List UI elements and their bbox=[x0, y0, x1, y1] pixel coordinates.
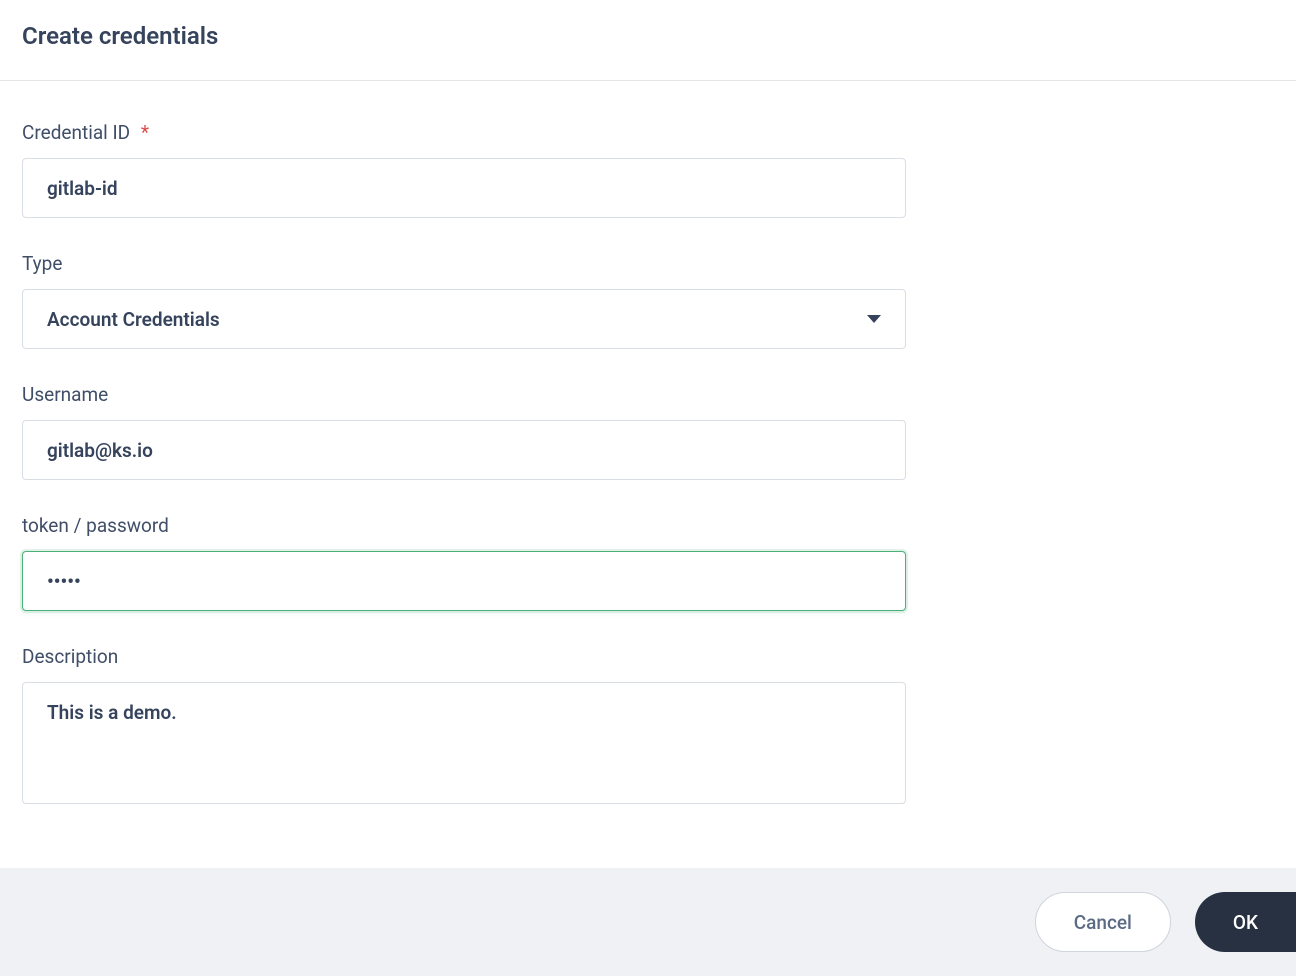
type-select-value: Account Credentials bbox=[47, 308, 220, 331]
ok-button[interactable]: OK bbox=[1195, 892, 1296, 952]
credential-id-label: Credential ID * bbox=[22, 121, 1274, 144]
description-input[interactable] bbox=[22, 682, 906, 804]
username-label: Username bbox=[22, 383, 1274, 406]
type-select-wrapper: Account Credentials bbox=[22, 289, 906, 349]
cancel-button[interactable]: Cancel bbox=[1035, 892, 1171, 952]
credential-id-group: Credential ID * bbox=[22, 121, 1274, 218]
type-group: Type Account Credentials bbox=[22, 252, 1274, 349]
password-label: token / password bbox=[22, 514, 1274, 537]
password-input[interactable] bbox=[22, 551, 906, 611]
type-label: Type bbox=[22, 252, 1274, 275]
type-select[interactable]: Account Credentials bbox=[22, 289, 906, 349]
password-group: token / password bbox=[22, 514, 1274, 611]
credential-id-input[interactable] bbox=[22, 158, 906, 218]
username-input[interactable] bbox=[22, 420, 906, 480]
description-group: Description bbox=[22, 645, 1274, 808]
form-body: Credential ID * Type Account Credentials… bbox=[0, 81, 1296, 882]
credential-id-label-text: Credential ID bbox=[22, 121, 130, 144]
chevron-down-icon bbox=[867, 315, 881, 323]
required-indicator: * bbox=[141, 121, 149, 144]
dialog-title: Create credentials bbox=[22, 22, 1274, 50]
dialog-footer: Cancel OK bbox=[0, 868, 1296, 976]
description-label: Description bbox=[22, 645, 1274, 668]
username-group: Username bbox=[22, 383, 1274, 480]
dialog-header: Create credentials bbox=[0, 0, 1296, 81]
